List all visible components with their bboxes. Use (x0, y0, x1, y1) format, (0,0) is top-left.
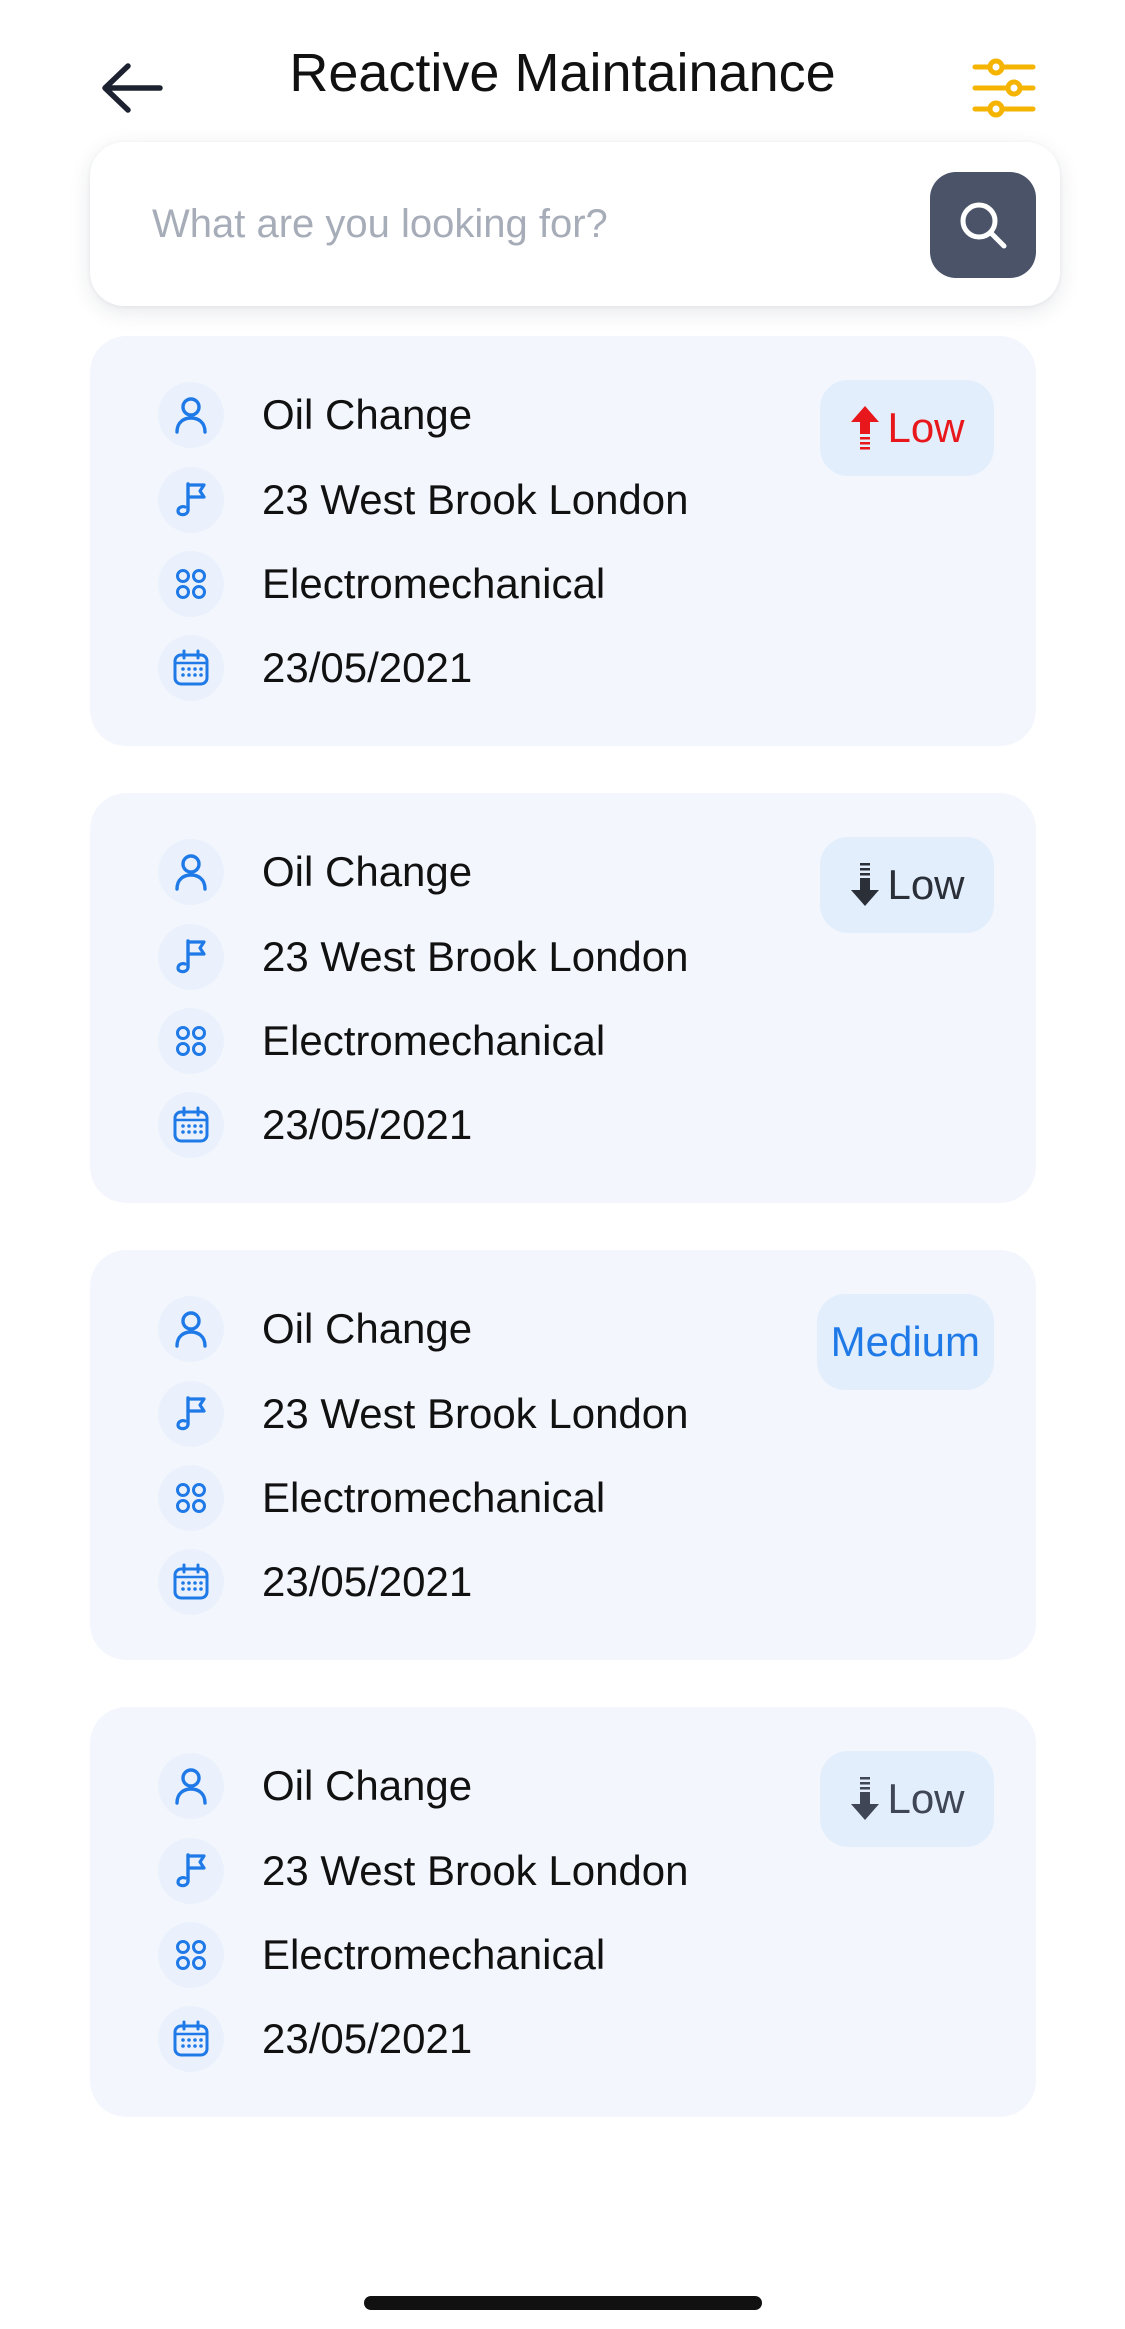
card-title: Oil Change (262, 1762, 473, 1809)
card-date: 23/05/2021 (262, 1101, 473, 1148)
arrow-down-icon (851, 863, 880, 906)
priority-label: Low (887, 404, 965, 451)
page-title: Reactive Maintainance (289, 43, 836, 103)
maintenance-card[interactable]: Oil Change 23 West Brook London Electrom… (90, 336, 1036, 746)
card-date-row: 23/05/2021 (158, 1549, 472, 1615)
location-flag-icon (158, 1838, 224, 1904)
category-grid-icon (158, 551, 224, 617)
calendar-icon (158, 2006, 224, 2072)
card-title-row: Oil Change (158, 839, 472, 905)
location-flag-icon (158, 1381, 224, 1447)
user-icon (158, 1296, 224, 1362)
card-category-row: Electromechanical (158, 1922, 605, 1988)
card-category-row: Electromechanical (158, 1008, 605, 1074)
card-category: Electromechanical (262, 1017, 606, 1064)
priority-arrow (849, 862, 881, 908)
priority-label: Low (887, 1775, 965, 1822)
calendar-icon (158, 635, 224, 701)
sliders-icon (972, 58, 1036, 118)
card-date-row: 23/05/2021 (158, 1092, 472, 1158)
card-location-row: 23 West Brook London (158, 1381, 689, 1447)
card-category: Electromechanical (262, 1474, 606, 1521)
arrow-up-icon (851, 406, 880, 450)
card-category: Electromechanical (262, 1931, 606, 1978)
maintenance-card[interactable]: Oil Change 23 West Brook London Electrom… (90, 1707, 1036, 2117)
card-location-row: 23 West Brook London (158, 924, 689, 990)
search-icon (960, 202, 1007, 249)
card-date-row: 23/05/2021 (158, 635, 472, 701)
search-input[interactable] (152, 182, 932, 266)
card-title: Oil Change (262, 1305, 473, 1352)
card-title-row: Oil Change (158, 1296, 472, 1362)
search-bar (90, 142, 1060, 306)
location-flag-icon (158, 467, 224, 533)
priority-label: Low (887, 861, 965, 908)
card-location: 23 West Brook London (262, 933, 689, 980)
card-location: 23 West Brook London (262, 476, 689, 523)
location-flag-icon (158, 924, 224, 990)
card-date: 23/05/2021 (262, 2015, 473, 2062)
card-category-row: Electromechanical (158, 1465, 605, 1531)
card-location: 23 West Brook London (262, 1390, 689, 1437)
calendar-icon (158, 1092, 224, 1158)
arrow-down-icon (851, 1777, 880, 1820)
priority-badge: Low (820, 837, 994, 933)
user-icon (158, 382, 224, 448)
home-indicator (364, 2296, 762, 2310)
priority-badge: Low (820, 380, 994, 476)
priority-arrow (849, 1776, 881, 1822)
card-location-row: 23 West Brook London (158, 1838, 689, 1904)
maintenance-card[interactable]: Oil Change 23 West Brook London Electrom… (90, 793, 1036, 1203)
card-location-row: 23 West Brook London (158, 467, 689, 533)
card-category: Electromechanical (262, 560, 606, 607)
app-header: Reactive Maintainance (0, 0, 1125, 150)
maintenance-list: Oil Change 23 West Brook London Electrom… (90, 336, 1036, 2164)
maintenance-card[interactable]: Oil Change 23 West Brook London Electrom… (90, 1250, 1036, 1660)
category-grid-icon (158, 1465, 224, 1531)
category-grid-icon (158, 1922, 224, 1988)
priority-arrow (849, 405, 881, 451)
card-title: Oil Change (262, 848, 473, 895)
card-title-row: Oil Change (158, 1753, 472, 1819)
card-date-row: 23/05/2021 (158, 2006, 472, 2072)
priority-badge: Medium (816, 1294, 994, 1390)
card-date: 23/05/2021 (262, 1558, 473, 1605)
category-grid-icon (158, 1008, 224, 1074)
card-date: 23/05/2021 (262, 644, 473, 691)
card-location: 23 West Brook London (262, 1847, 689, 1894)
filter-button[interactable] (968, 52, 1040, 124)
card-category-row: Electromechanical (158, 551, 605, 617)
card-title-row: Oil Change (158, 382, 472, 448)
search-button[interactable] (930, 172, 1036, 278)
user-icon (158, 1753, 224, 1819)
priority-badge: Low (820, 1751, 994, 1847)
priority-label: Medium (830, 1318, 980, 1365)
card-title: Oil Change (262, 391, 473, 438)
calendar-icon (158, 1549, 224, 1615)
user-icon (158, 839, 224, 905)
